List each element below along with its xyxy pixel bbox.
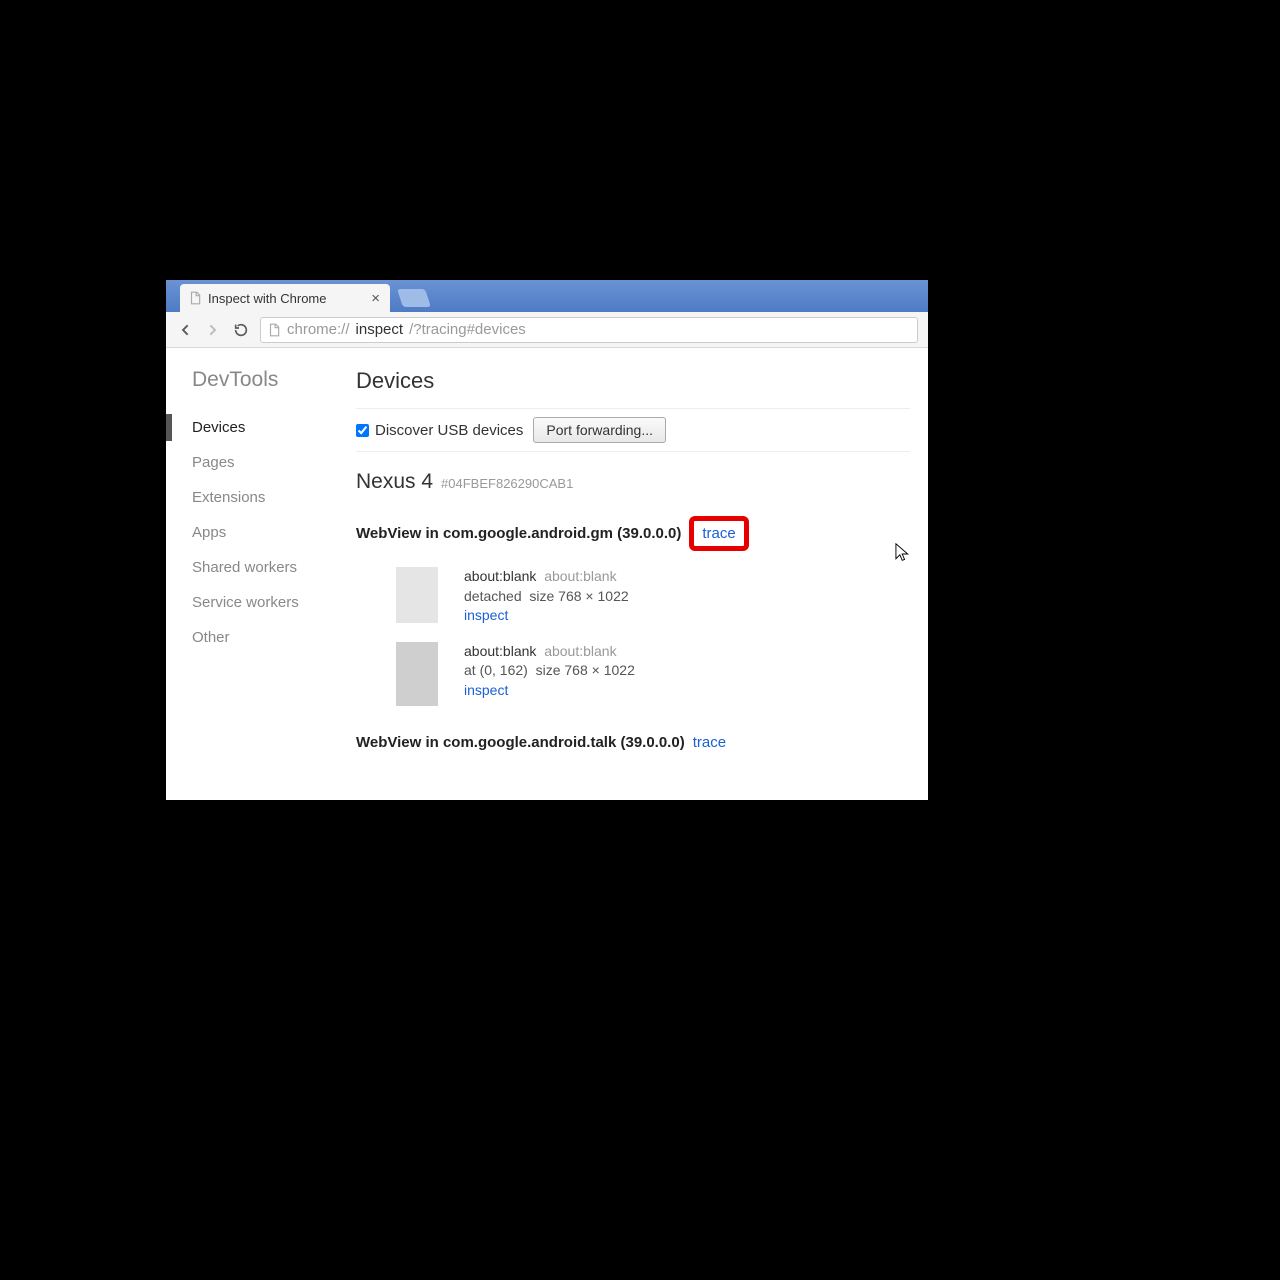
- browser-window: Inspect with Chrome × chrome:// inspect /?…: [166, 280, 928, 800]
- page-thumbnail: [396, 567, 438, 623]
- webview-row: WebView in com.google.android.talk (39.0…: [356, 734, 910, 751]
- device-name: Nexus 4: [356, 470, 433, 494]
- page-heading: Devices: [356, 368, 910, 394]
- discover-usb-checkbox-label[interactable]: Discover USB devices: [356, 422, 523, 439]
- page-meta: about:blank about:blank detached size 76…: [464, 567, 629, 626]
- sidebar-item-service-workers[interactable]: Service workers: [192, 585, 346, 620]
- annotation-highlight: trace: [689, 516, 748, 551]
- page-url: about:blank: [544, 568, 616, 584]
- device-header: Nexus 4 #04FBEF826290CAB1: [356, 470, 910, 494]
- page-position: at (0, 162): [464, 662, 528, 678]
- sidebar-item-other[interactable]: Other: [192, 620, 346, 655]
- page-name: about:blank: [464, 643, 536, 659]
- sidebar-item-devices[interactable]: Devices: [192, 410, 346, 445]
- sidebar-item-pages[interactable]: Pages: [192, 445, 346, 480]
- back-button[interactable]: [176, 321, 194, 339]
- page-thumbnail: [396, 642, 438, 706]
- webview-row: WebView in com.google.android.gm (39.0.0…: [356, 516, 910, 551]
- forward-button[interactable]: [204, 321, 222, 339]
- webview-page: about:blank about:blank detached size 76…: [356, 567, 910, 626]
- file-icon: [267, 323, 281, 337]
- page-size: size 768 × 1022: [529, 588, 628, 604]
- sidebar-item-extensions[interactable]: Extensions: [192, 480, 346, 515]
- file-icon: [188, 291, 202, 305]
- url-path: /?tracing#devices: [409, 321, 526, 338]
- discover-usb-label: Discover USB devices: [375, 422, 523, 439]
- url-host: inspect: [356, 321, 404, 338]
- url-scheme: chrome://: [287, 321, 350, 338]
- page-position: detached: [464, 588, 522, 604]
- reload-button[interactable]: [232, 321, 250, 339]
- trace-link[interactable]: trace: [702, 525, 735, 542]
- page-name: about:blank: [464, 568, 536, 584]
- sidebar-title: DevTools: [192, 368, 346, 392]
- inspect-link[interactable]: inspect: [464, 607, 508, 623]
- trace-link[interactable]: trace: [693, 734, 726, 751]
- new-tab-button[interactable]: [397, 289, 431, 307]
- tab-title: Inspect with Chrome: [208, 291, 327, 306]
- address-bar[interactable]: chrome:// inspect /?tracing#devices: [260, 317, 918, 343]
- page-url: about:blank: [544, 643, 616, 659]
- webview-title: WebView in com.google.android.talk (39.0…: [356, 734, 685, 751]
- sidebar-item-apps[interactable]: Apps: [192, 515, 346, 550]
- options-row: Discover USB devices Port forwarding...: [356, 408, 910, 452]
- tab-strip: Inspect with Chrome ×: [166, 280, 928, 312]
- sidebar-item-shared-workers[interactable]: Shared workers: [192, 550, 346, 585]
- browser-tab[interactable]: Inspect with Chrome ×: [180, 284, 390, 312]
- close-icon[interactable]: ×: [371, 291, 380, 306]
- page-meta: about:blank about:blank at (0, 162) size…: [464, 642, 635, 706]
- inspect-link[interactable]: inspect: [464, 682, 508, 698]
- webview-page: about:blank about:blank at (0, 162) size…: [356, 642, 910, 706]
- discover-usb-checkbox[interactable]: [356, 424, 369, 437]
- port-forwarding-button[interactable]: Port forwarding...: [533, 417, 666, 443]
- main-panel: Devices Discover USB devices Port forwar…: [346, 348, 928, 800]
- toolbar: chrome:// inspect /?tracing#devices: [166, 312, 928, 348]
- page-size: size 768 × 1022: [536, 662, 635, 678]
- sidebar: DevTools Devices Pages Extensions Apps S…: [166, 348, 346, 800]
- content-area: DevTools Devices Pages Extensions Apps S…: [166, 348, 928, 800]
- webview-title: WebView in com.google.android.gm (39.0.0…: [356, 525, 681, 542]
- device-serial: #04FBEF826290CAB1: [441, 476, 573, 491]
